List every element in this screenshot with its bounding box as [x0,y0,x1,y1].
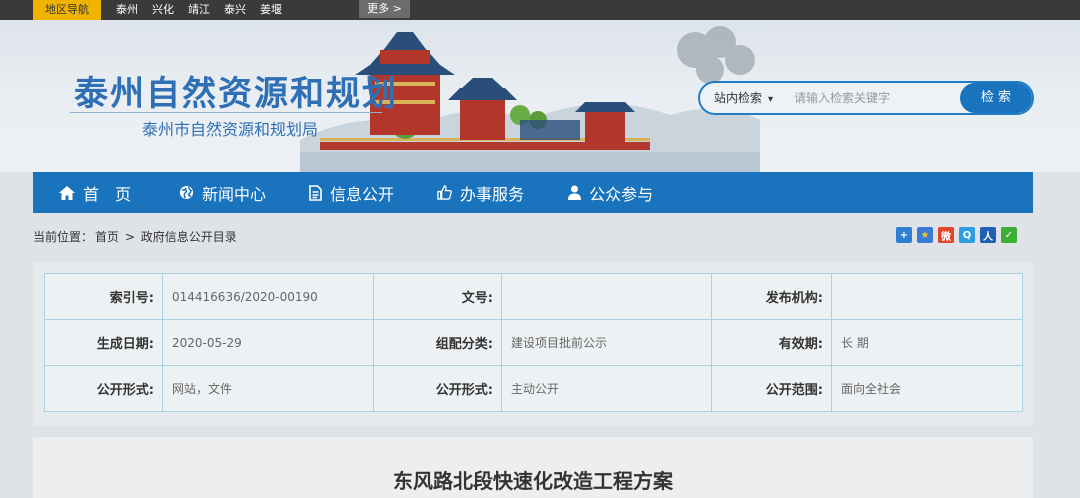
nav-services[interactable]: 办事服务 [437,172,524,213]
article-panel: 东风路北段快速化改造工程方案 [33,437,1033,498]
validity-value: 长 期 [831,319,1023,366]
title-divider [70,112,382,113]
site-subtitle: 泰州市自然资源和规划局 [142,120,319,139]
publisher-label: 发布机构: [711,273,832,320]
nav-home-label: 首 页 [83,184,132,204]
user-icon [568,185,582,200]
renren-share-icon[interactable]: 人 [980,227,996,243]
document-icon [309,184,322,201]
nav-news-label: 新闻中心 [202,184,267,204]
article-title: 东风路北段快速化改造工程方案 [393,469,673,493]
table-row: 索引号: 014416636/2020-00190 文号: 发布机构: [44,273,1023,320]
region-link-xinghua[interactable]: 兴化 [152,0,174,20]
breadcrumb: 当前位置： 首页 > 政府信息公开目录 [33,228,239,245]
region-link-taixing[interactable]: 泰兴 [224,0,246,20]
disclosure-scope-value: 面向全社会 [831,365,1023,412]
share-toolbar: + ★ 微 Q 人 ✓ [896,227,1017,243]
wechat-share-icon[interactable]: ✓ [1001,227,1017,243]
region-link-taizhou[interactable]: 泰州 [116,0,138,20]
table-row: 生成日期: 2020-05-29 组配分类: 建设项目批前公示 有效期: 长 期 [44,319,1023,366]
search-box: 站内检索 ▾ 检 索 [698,81,1034,115]
search-scope-select[interactable]: 站内检索 ▾ [714,83,773,113]
disclosure-scope-label: 公开范围: [711,365,832,412]
globe-icon [179,185,194,200]
search-input[interactable] [794,87,954,109]
main-nav: 首 页 新闻中心 信息公开 办事服务 公众参与 [33,172,1033,213]
region-link-jiangyan[interactable]: 姜堰 [260,0,282,20]
site-title: 泰州自然资源和规划 [74,74,398,114]
more-regions-button[interactable]: 更多 > [359,0,410,18]
nav-participation[interactable]: 公众参与 [568,172,653,213]
document-number-value [501,273,712,320]
nav-news[interactable]: 新闻中心 [179,172,266,213]
nav-home[interactable]: 首 页 [59,172,131,213]
thumbs-up-icon [437,185,452,200]
breadcrumb-current[interactable]: 政府信息公开目录 [141,230,237,244]
breadcrumb-home[interactable]: 首页 [95,230,119,244]
qzone-share-icon[interactable]: Q [959,227,975,243]
region-nav-tab[interactable]: 地区导航 [33,0,101,20]
index-number-value: 014416636/2020-00190 [162,273,374,320]
breadcrumb-prefix: 当前位置： [33,230,94,244]
nav-participation-label: 公众参与 [589,184,654,204]
validity-label: 有效期: [711,319,832,366]
plus-share-icon[interactable]: + [896,227,912,243]
publisher-value [831,273,1023,320]
weibo-share-icon[interactable]: 微 [938,227,954,243]
region-link-jingjiang[interactable]: 靖江 [188,0,210,20]
header-banner: 泰州自然资源和规划 泰州市自然资源和规划局 站内检索 ▾ 检 索 [0,20,1080,172]
disclosure-type-value: 主动公开 [501,365,712,412]
nav-info-disclosure-label: 信息公开 [330,184,395,204]
breadcrumb-separator: > [124,230,135,244]
document-number-label: 文号: [373,273,502,320]
star-share-icon[interactable]: ★ [917,227,933,243]
disclosure-format-label: 公开形式: [44,365,163,412]
region-bar: 地区导航 泰州 兴化 靖江 泰兴 姜堰 更多 > [0,0,1080,20]
nav-services-label: 办事服务 [460,184,525,204]
region-links: 泰州 兴化 靖江 泰兴 姜堰 [116,0,282,20]
created-date-value: 2020-05-29 [162,319,374,366]
table-row: 公开形式: 网站，文件 公开形式: 主动公开 公开范围: 面向全社会 [44,365,1023,412]
category-label: 组配分类: [373,319,502,366]
nav-info-disclosure[interactable]: 信息公开 [309,172,394,213]
search-scope-label: 站内检索 [714,91,763,105]
created-date-label: 生成日期: [44,319,163,366]
search-button[interactable]: 检 索 [960,83,1032,113]
disclosure-type-label: 公开形式: [373,365,502,412]
metadata-table: 索引号: 014416636/2020-00190 文号: 发布机构: 生成日期… [44,273,1023,412]
home-icon [59,185,75,200]
index-number-label: 索引号: [44,273,163,320]
category-value: 建设项目批前公示 [501,319,712,366]
disclosure-format-value: 网站，文件 [162,365,374,412]
chevron-down-icon: ▾ [768,94,774,105]
info-panel: 索引号: 014416636/2020-00190 文号: 发布机构: 生成日期… [33,262,1033,426]
